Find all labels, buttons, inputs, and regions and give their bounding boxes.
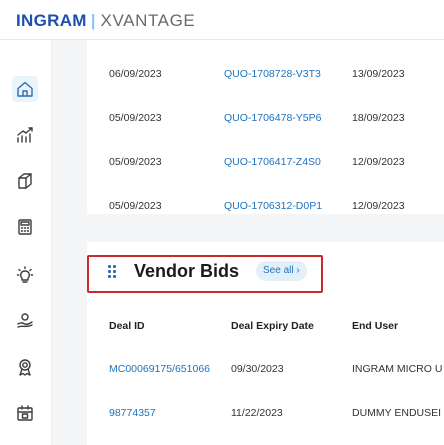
- deal-id-link[interactable]: 98774357: [109, 407, 231, 419]
- quote-number-link[interactable]: QUO-1706312-D0P1: [224, 200, 322, 212]
- calendar-icon: [17, 405, 33, 421]
- sidebar-item-calendar[interactable]: [12, 400, 38, 426]
- logo-separator: |: [90, 11, 96, 30]
- award-ribbon-icon: [19, 359, 31, 376]
- column-header-deal-id[interactable]: Deal ID: [109, 320, 145, 332]
- home-icon: [17, 81, 33, 97]
- calculator-icon: [18, 219, 32, 235]
- deal-expiry-date: 11/22/2023: [231, 407, 283, 419]
- quote-number-link[interactable]: QUO-1706417-Z4S0: [224, 156, 321, 168]
- vendor-bids-title: Vendor Bids: [134, 261, 240, 281]
- top-bar: INGRAM | XVANTAGE: [0, 0, 444, 40]
- quote-expiry-date: 12/09/2023: [352, 200, 405, 212]
- deal-id-link[interactable]: MC00069175/651066: [109, 363, 231, 375]
- sidebar-item-ideas[interactable]: [12, 262, 38, 288]
- sidebar-item-analytics[interactable]: [12, 122, 38, 148]
- quote-number-link[interactable]: QUO-1706478-Y5P6: [224, 112, 321, 124]
- sidebar-item-growth[interactable]: [12, 308, 38, 334]
- see-all-link[interactable]: See all ›: [256, 261, 307, 281]
- sidebar-item-calculator[interactable]: [12, 214, 38, 240]
- quote-expiry-date: 13/09/2023: [352, 68, 405, 80]
- hand-money-icon: [17, 313, 33, 328]
- sidebar-item-rewards[interactable]: [12, 354, 38, 380]
- end-user: INGRAM MICRO U: [352, 363, 443, 375]
- column-header-deal-expiry-date[interactable]: Deal Expiry Date: [231, 320, 314, 332]
- quote-number-link[interactable]: QUO-1708728-V3T3: [224, 68, 321, 80]
- sidebar-item-orders[interactable]: [12, 168, 38, 194]
- quote-expiry-date: 18/09/2023: [352, 112, 405, 124]
- table-row: 05/09/2023 QUO-1706478-Y5P6 18/09/2023: [87, 98, 444, 142]
- quote-date: 06/09/2023: [109, 68, 162, 80]
- table-row: 05/09/2023 QUO-1706312-D0P1 12/09/2023: [87, 186, 444, 230]
- ingram-xvantage-logo[interactable]: INGRAM | XVANTAGE: [16, 11, 195, 31]
- quotes-card: 06/09/2023 QUO-1708728-V3T3 13/09/2023 0…: [87, 40, 444, 214]
- logo-brand: INGRAM: [16, 11, 87, 30]
- quote-expiry-date: 12/09/2023: [352, 156, 405, 168]
- quote-date: 05/09/2023: [109, 156, 162, 168]
- column-header-end-user[interactable]: End User: [352, 320, 398, 332]
- table-row: 05/09/2023 QUO-1706417-Z4S0 12/09/2023: [87, 142, 444, 186]
- analytics-chart-icon: [17, 127, 33, 143]
- quote-date: 05/09/2023: [109, 200, 162, 212]
- lightbulb-icon: [16, 266, 34, 283]
- drag-handle-icon[interactable]: [108, 264, 118, 280]
- box-icon: [18, 173, 32, 189]
- deal-expiry-date: 09/30/2023: [231, 363, 284, 375]
- logo-product: XVANTAGE: [100, 11, 196, 30]
- sidebar: [0, 40, 52, 445]
- table-row: 06/09/2023 QUO-1708728-V3T3 13/09/2023: [87, 54, 444, 98]
- main-content[interactable]: 06/09/2023 QUO-1708728-V3T3 13/09/2023 0…: [52, 40, 444, 445]
- end-user: DUMMY ENDUSEI: [352, 407, 442, 419]
- quote-date: 05/09/2023: [109, 112, 162, 124]
- sidebar-item-home[interactable]: [12, 76, 38, 102]
